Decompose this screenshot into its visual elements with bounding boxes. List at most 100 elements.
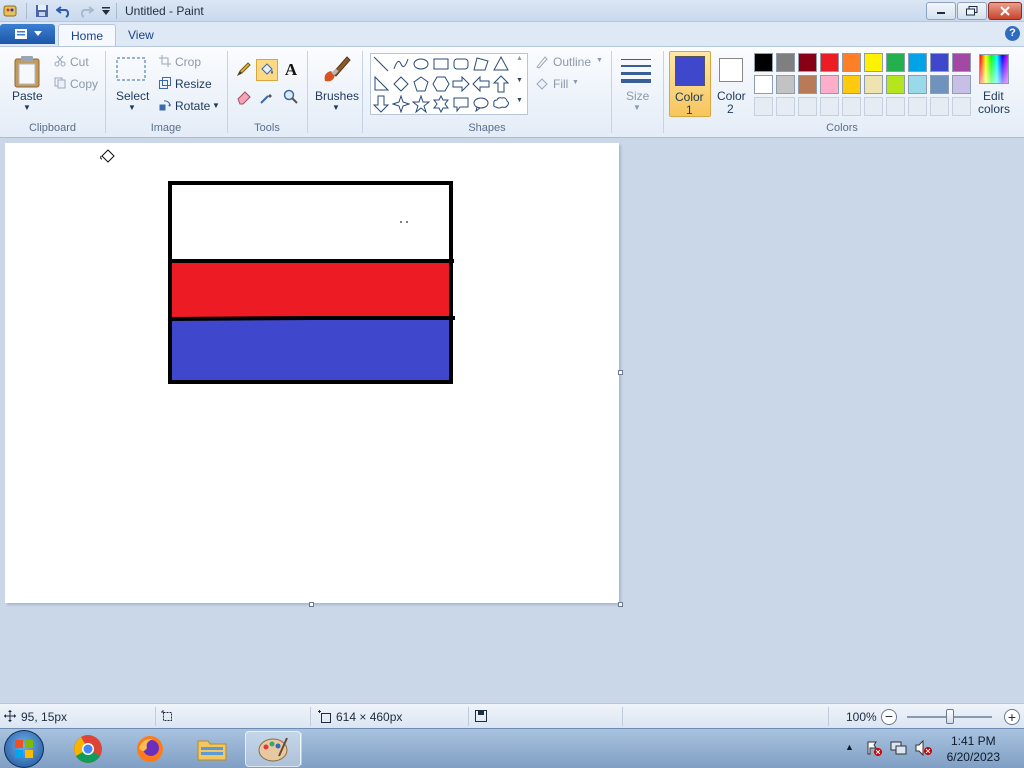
- zoom-in-button[interactable]: +: [1004, 709, 1020, 725]
- palette-swatch[interactable]: [842, 75, 861, 94]
- magnifier-tool[interactable]: [280, 87, 302, 109]
- palette-swatch[interactable]: [952, 53, 971, 72]
- cloud-callout-shape-icon[interactable]: [492, 95, 510, 113]
- shapes-scroll-up[interactable]: ▲: [516, 55, 523, 62]
- palette-swatch[interactable]: [842, 53, 861, 72]
- action-center-icon[interactable]: [866, 740, 882, 759]
- taskbar-chrome[interactable]: [60, 731, 116, 767]
- six-point-star-shape-icon[interactable]: [432, 95, 450, 113]
- rectangle-shape-icon[interactable]: [432, 55, 450, 73]
- up-arrow-shape-icon[interactable]: [492, 75, 510, 93]
- palette-swatch[interactable]: [930, 75, 949, 94]
- volume-muted-icon[interactable]: [915, 739, 933, 759]
- custom-color-slot[interactable]: [776, 97, 795, 116]
- custom-color-slot[interactable]: [930, 97, 949, 116]
- redo-icon[interactable]: [78, 3, 94, 19]
- eraser-tool[interactable]: [233, 87, 255, 109]
- zoom-slider-thumb[interactable]: [945, 709, 954, 724]
- shapes-expand[interactable]: ▼: [516, 97, 523, 104]
- tab-view[interactable]: View: [116, 24, 166, 46]
- taskbar-explorer[interactable]: [184, 731, 240, 767]
- hexagon-shape-icon[interactable]: [432, 75, 450, 93]
- minimize-button[interactable]: [926, 2, 956, 20]
- taskbar-firefox[interactable]: [122, 731, 178, 767]
- rotate-dropdown-icon[interactable]: ▼: [212, 101, 220, 110]
- taskbar-paint[interactable]: [245, 731, 301, 767]
- custom-color-slot[interactable]: [754, 97, 773, 116]
- custom-color-slot[interactable]: [798, 97, 817, 116]
- palette-swatch[interactable]: [798, 53, 817, 72]
- palette-swatch[interactable]: [908, 53, 927, 72]
- rounded-rectangle-shape-icon[interactable]: [452, 55, 470, 73]
- paste-button[interactable]: Paste: [12, 89, 43, 103]
- brushes-button[interactable]: Brushes: [315, 89, 359, 103]
- palette-swatch[interactable]: [886, 75, 905, 94]
- edit-colors-label-2[interactable]: colors: [978, 102, 1010, 116]
- copy-button[interactable]: Copy: [70, 77, 98, 91]
- pencil-tool[interactable]: [233, 59, 255, 81]
- outline-button[interactable]: Outline: [553, 55, 591, 69]
- rainbow-palette-icon[interactable]: [979, 54, 1009, 84]
- select-button[interactable]: Select: [116, 89, 149, 103]
- color-picker-tool[interactable]: [256, 87, 278, 109]
- resize-button[interactable]: Resize: [175, 77, 212, 91]
- network-icon[interactable]: [890, 740, 908, 759]
- size-lines-icon[interactable]: [618, 53, 654, 87]
- left-arrow-shape-icon[interactable]: [472, 75, 490, 93]
- custom-color-slot[interactable]: [864, 97, 883, 116]
- palette-swatch[interactable]: [886, 53, 905, 72]
- size-button[interactable]: Size: [626, 89, 649, 103]
- resize-handle-right[interactable]: [618, 370, 623, 375]
- palette-swatch[interactable]: [908, 75, 927, 94]
- polygon-shape-icon[interactable]: [472, 55, 490, 73]
- fill-tool[interactable]: [256, 59, 278, 81]
- oval-shape-icon[interactable]: [412, 55, 430, 73]
- outline-dropdown-icon[interactable]: ▼: [596, 57, 603, 64]
- rotate-button[interactable]: Rotate: [175, 99, 210, 113]
- fill-button[interactable]: Fill: [553, 77, 568, 91]
- drawing-canvas[interactable]: [5, 143, 619, 603]
- tab-home[interactable]: Home: [58, 24, 117, 46]
- fill-dropdown-icon[interactable]: ▼: [572, 79, 579, 86]
- brushes-dropdown-icon[interactable]: ▼: [332, 103, 340, 112]
- zoom-out-button[interactable]: −: [881, 709, 897, 725]
- custom-color-slot[interactable]: [820, 97, 839, 116]
- palette-swatch[interactable]: [754, 75, 773, 94]
- palette-swatch[interactable]: [776, 75, 795, 94]
- right-triangle-shape-icon[interactable]: [372, 75, 390, 93]
- five-point-star-shape-icon[interactable]: [412, 95, 430, 113]
- oval-callout-shape-icon[interactable]: [472, 95, 490, 113]
- custom-color-slot[interactable]: [886, 97, 905, 116]
- palette-swatch[interactable]: [952, 75, 971, 94]
- custom-color-slot[interactable]: [842, 97, 861, 116]
- triangle-shape-icon[interactable]: [492, 55, 510, 73]
- paint-app-icon[interactable]: [2, 3, 18, 19]
- palette-swatch[interactable]: [864, 75, 883, 94]
- pentagon-shape-icon[interactable]: [412, 75, 430, 93]
- resize-handle-bottom[interactable]: [309, 602, 314, 607]
- system-clock[interactable]: 1:41 PM 6/20/2023: [947, 733, 1000, 765]
- paste-dropdown-icon[interactable]: ▼: [23, 103, 31, 112]
- paint-menu-button[interactable]: [0, 24, 55, 44]
- undo-icon[interactable]: [56, 3, 72, 19]
- palette-swatch[interactable]: [798, 75, 817, 94]
- clipboard-paste-icon[interactable]: [10, 53, 44, 91]
- start-button[interactable]: [4, 730, 44, 768]
- custom-color-slot[interactable]: [908, 97, 927, 116]
- palette-swatch[interactable]: [754, 53, 773, 72]
- resize-handle-corner[interactable]: [618, 602, 623, 607]
- rect-callout-shape-icon[interactable]: [452, 95, 470, 113]
- custom-color-slot[interactable]: [952, 97, 971, 116]
- close-button[interactable]: [988, 2, 1022, 20]
- palette-swatch[interactable]: [820, 75, 839, 94]
- color1-button[interactable]: Color 1: [669, 51, 711, 117]
- size-dropdown-icon[interactable]: ▼: [633, 103, 641, 112]
- diamond-shape-icon[interactable]: [392, 75, 410, 93]
- cut-button[interactable]: Cut: [70, 55, 89, 69]
- line-shape-icon[interactable]: [372, 55, 390, 73]
- palette-swatch[interactable]: [864, 53, 883, 72]
- down-arrow-shape-icon[interactable]: [372, 95, 390, 113]
- curve-shape-icon[interactable]: [392, 55, 410, 73]
- right-arrow-shape-icon[interactable]: [452, 75, 470, 93]
- color2-button[interactable]: Color 2: [713, 51, 749, 117]
